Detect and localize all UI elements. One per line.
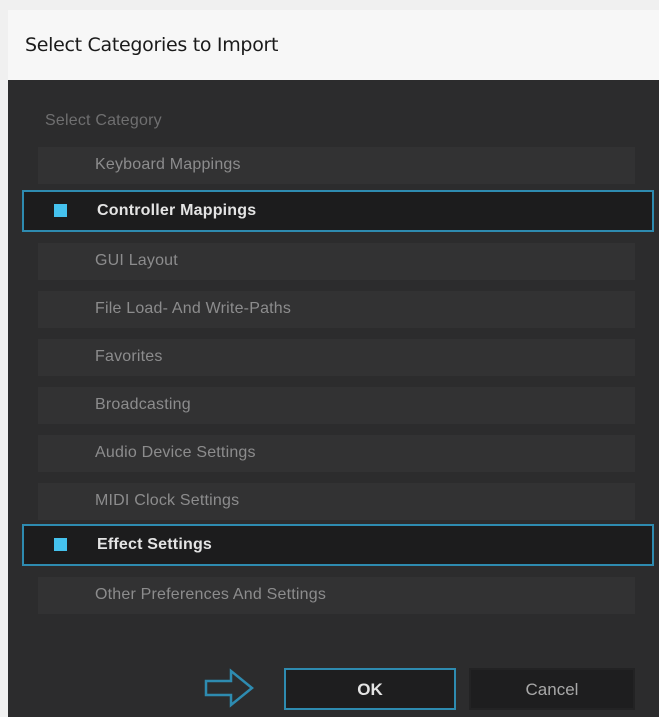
category-label: Controller Mappings [97, 202, 257, 219]
category-item-keyboard-mappings[interactable]: Keyboard Mappings [38, 147, 635, 184]
category-item-broadcasting[interactable]: Broadcasting [38, 387, 635, 424]
category-label: Effect Settings [97, 536, 213, 553]
category-label: File Load- And Write-Paths [95, 300, 292, 317]
category-item-audio-device-settings[interactable]: Audio Device Settings [38, 435, 635, 472]
checkbox-icon [54, 204, 67, 217]
category-label: GUI Layout [95, 252, 178, 269]
category-label: Keyboard Mappings [95, 156, 241, 173]
category-item-favorites[interactable]: Favorites [38, 339, 635, 376]
category-item-effect-settings[interactable]: Effect Settings [22, 524, 654, 566]
category-label: Favorites [95, 348, 163, 365]
category-label: MIDI Clock Settings [95, 492, 240, 509]
category-label: Audio Device Settings [95, 444, 256, 461]
arrow-right-outline-icon [204, 668, 254, 708]
section-label: Select Category [45, 112, 162, 129]
dialog-title: Select Categories to Import [25, 34, 279, 56]
category-label: Other Preferences And Settings [95, 586, 327, 603]
category-item-controller-mappings[interactable]: Controller Mappings [22, 190, 654, 232]
category-item-gui-layout[interactable]: GUI Layout [38, 243, 635, 280]
checkbox-icon [54, 538, 67, 551]
ok-button[interactable]: OK [284, 668, 456, 710]
import-categories-dialog: Select Categories to Import Select Categ… [8, 10, 659, 717]
dialog-titlebar: Select Categories to Import [8, 10, 659, 80]
category-item-midi-clock-settings[interactable]: MIDI Clock Settings [38, 483, 635, 520]
category-item-file-paths[interactable]: File Load- And Write-Paths [38, 291, 635, 328]
cancel-button[interactable]: Cancel [469, 668, 635, 710]
category-item-other-preferences[interactable]: Other Preferences And Settings [38, 577, 635, 614]
category-label: Broadcasting [95, 396, 191, 413]
